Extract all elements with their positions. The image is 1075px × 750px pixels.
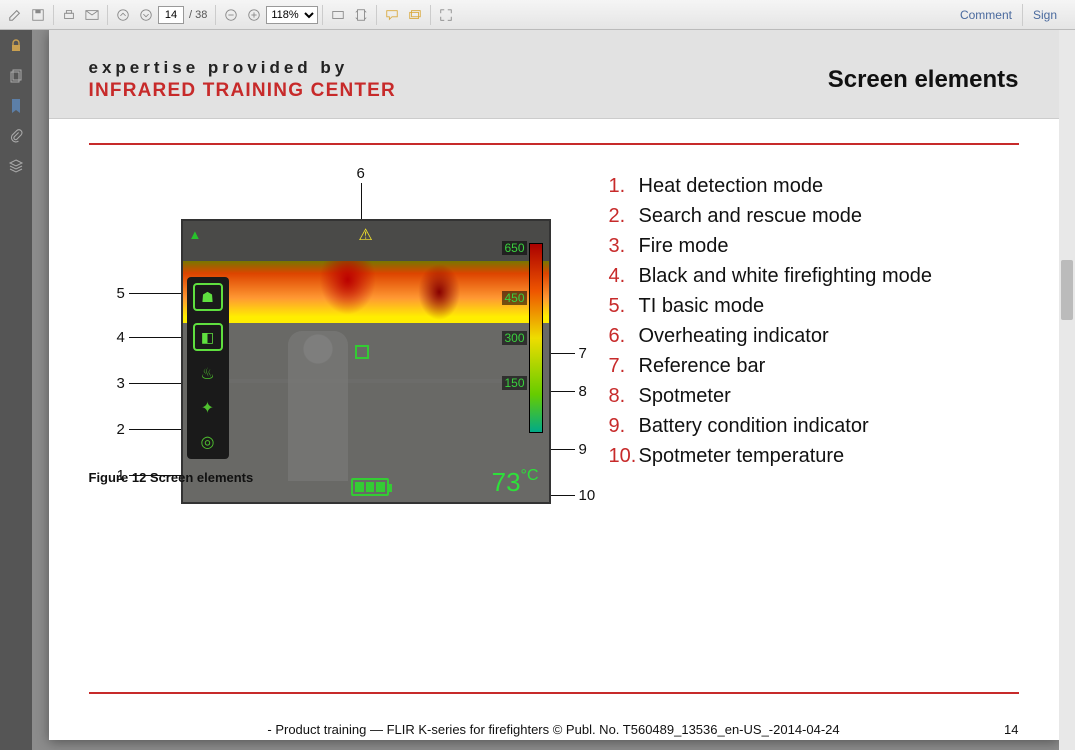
comment-button[interactable]: Comment — [950, 4, 1022, 26]
bookmark-icon[interactable] — [4, 94, 28, 118]
footer-rule — [89, 692, 1019, 694]
ref-label: 150 — [502, 376, 526, 390]
callout-label-6: 6 — [357, 165, 365, 182]
page-number-input[interactable] — [158, 6, 184, 24]
zoom-select[interactable]: 118% — [266, 6, 318, 24]
page-number-text: 14 — [1004, 722, 1018, 737]
pdf-toolbar: / 38 118% Comment Sign — [0, 0, 1075, 30]
save-icon[interactable] — [27, 4, 49, 26]
brand-tagline: expertise provided by — [89, 58, 396, 78]
warning-icon: ⚠ — [358, 225, 372, 245]
fit-width-icon[interactable] — [327, 4, 349, 26]
callout-label-4: 4 — [117, 329, 125, 346]
pages-icon[interactable] — [4, 64, 28, 88]
bw-firefight-mode-icon: ◧ — [193, 323, 223, 351]
print-icon[interactable] — [58, 4, 80, 26]
figure-caption: Figure 12 Screen elements — [89, 470, 254, 485]
callout-label-9: 9 — [579, 441, 587, 458]
lock-icon[interactable] — [4, 34, 28, 58]
page-up-icon[interactable] — [112, 4, 134, 26]
ti-basic-mode-icon: ☗ — [193, 283, 223, 311]
fit-page-icon[interactable] — [350, 4, 372, 26]
camera-screen-image: ▲ ⚠ ☗ ◧ ♨ ✦ ◎ 650 450 300 150 — [181, 219, 551, 504]
annotation-icon[interactable] — [404, 4, 426, 26]
scroll-thumb[interactable] — [1061, 260, 1073, 320]
search-rescue-mode-icon: ✦ — [193, 397, 223, 419]
firefighter-silhouette — [288, 331, 348, 481]
callout-label-2: 2 — [117, 421, 125, 438]
spotmeter-temp: 73°C — [492, 467, 539, 498]
section-title: Screen elements — [828, 66, 1019, 94]
zoom-in-icon[interactable] — [243, 4, 265, 26]
figure-area: 6 5 4 3 2 1 7 8 9 — [89, 169, 589, 471]
up-triangle-icon: ▲ — [189, 227, 202, 242]
attachment-icon[interactable] — [4, 124, 28, 148]
callout-label-8: 8 — [579, 383, 587, 400]
page-header: expertise provided by INFRARED TRAINING … — [49, 30, 1059, 119]
ref-label: 450 — [502, 291, 526, 305]
fire-mode-icon: ♨ — [193, 363, 223, 385]
pdf-sidepanel — [0, 30, 32, 750]
callout-label-7: 7 — [579, 345, 587, 362]
pdf-page: expertise provided by INFRARED TRAINING … — [49, 30, 1059, 740]
reference-bar — [529, 243, 543, 433]
page-total-label: / 38 — [189, 9, 207, 21]
mail-icon[interactable] — [81, 4, 103, 26]
fullscreen-icon[interactable] — [435, 4, 457, 26]
mode-icon-stack: ☗ ◧ ♨ ✦ ◎ — [187, 277, 229, 459]
callout-label-3: 3 — [117, 375, 125, 392]
layers-icon[interactable] — [4, 154, 28, 178]
sign-button[interactable]: Sign — [1022, 4, 1067, 26]
legend-list: 1.Heat detection mode 2.Search and rescu… — [609, 169, 1019, 471]
callout-line — [361, 183, 362, 219]
ref-label: 650 — [502, 241, 526, 255]
ref-label: 300 — [502, 331, 526, 345]
vertical-scrollbar[interactable] — [1059, 30, 1075, 750]
thermal-fire-band — [183, 261, 549, 323]
pdf-viewport: expertise provided by INFRARED TRAINING … — [32, 30, 1075, 750]
footer-text: - Product training — FLIR K-series for f… — [89, 722, 1019, 737]
edit-icon[interactable] — [4, 4, 26, 26]
heat-detection-mode-icon: ◎ — [193, 431, 223, 453]
zoom-out-icon[interactable] — [220, 4, 242, 26]
spotmeter-icon — [355, 345, 369, 359]
page-down-icon[interactable] — [135, 4, 157, 26]
callout-label-5: 5 — [117, 285, 125, 302]
callout-label-10: 10 — [579, 487, 596, 504]
comment-bubble-icon[interactable] — [381, 4, 403, 26]
brand-name: INFRARED TRAINING CENTER — [89, 80, 396, 102]
battery-icon — [351, 478, 389, 496]
